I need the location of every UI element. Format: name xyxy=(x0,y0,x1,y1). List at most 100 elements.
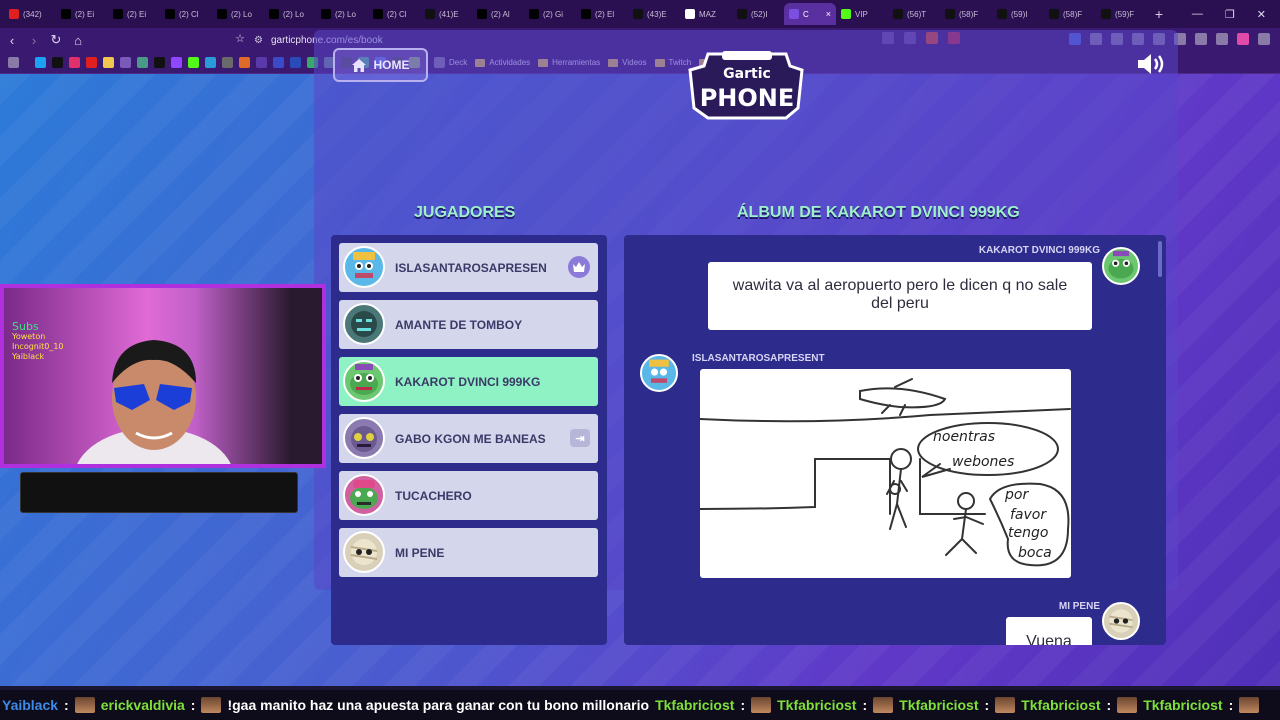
player-row-active[interactable]: KAKAROT DVINCI 999KG xyxy=(339,357,598,406)
bookmark-site-icon[interactable] xyxy=(120,57,131,68)
browser-tab[interactable]: (2) El xyxy=(576,3,628,25)
player-row[interactable]: AMANTE DE TOMBOY xyxy=(339,300,598,349)
browser-tab[interactable]: (342) xyxy=(4,3,56,25)
bookmark-site-icon[interactable] xyxy=(205,57,216,68)
browser-tab[interactable]: VIP xyxy=(836,3,888,25)
extension-icon[interactable] xyxy=(1195,33,1207,45)
vpn-icon[interactable] xyxy=(1216,33,1228,45)
browser-tab[interactable]: (58)F xyxy=(940,3,992,25)
close-tab-icon[interactable]: × xyxy=(826,9,831,19)
tab-label: (43)E xyxy=(647,9,667,19)
home-label: HOME xyxy=(373,58,410,72)
tab-label: (2) Cl xyxy=(387,9,407,19)
frog-avatar-icon xyxy=(1108,250,1134,279)
tiktok-icon xyxy=(1101,9,1111,19)
browser-tab[interactable]: (2) Cl xyxy=(368,3,420,25)
chat-username: Yaiblack xyxy=(2,697,59,713)
entry-avatar xyxy=(1102,247,1140,285)
x-icon[interactable] xyxy=(154,57,165,68)
browser-tab[interactable]: (2) Lo xyxy=(316,3,368,25)
browser-tab[interactable]: MAZ xyxy=(680,3,732,25)
tiktok-icon xyxy=(893,9,903,19)
close-window-icon[interactable]: ✕ xyxy=(1257,8,1266,21)
reload-icon[interactable]: ↻ xyxy=(46,32,66,48)
browser-tab[interactable]: (41)E xyxy=(420,3,472,25)
window-controls: — ❐ ✕ xyxy=(1192,0,1280,28)
kick-player-icon[interactable]: ⇥ xyxy=(570,429,590,447)
chat-separator: : xyxy=(64,697,69,713)
browser-tab[interactable]: (2) Cl xyxy=(160,3,212,25)
youtube-icon[interactable] xyxy=(86,57,97,68)
tab-label: (59)F xyxy=(1115,9,1135,19)
chat-separator: : xyxy=(1228,697,1234,713)
browser-tab[interactable]: (59)F xyxy=(1096,3,1148,25)
entry-author: MI PENE xyxy=(1058,601,1100,612)
bookmark-site-icon[interactable] xyxy=(222,57,233,68)
tiktok-icon[interactable] xyxy=(52,57,63,68)
player-row[interactable]: TUCACHERO xyxy=(339,471,598,520)
home-icon xyxy=(351,58,366,72)
browser-tab[interactable]: (2) Gi xyxy=(524,3,576,25)
bookmark-site-icon[interactable] xyxy=(290,57,301,68)
chat-separator: : xyxy=(984,697,990,713)
back-icon[interactable]: ‹ xyxy=(2,33,22,48)
player-avatar xyxy=(343,303,385,345)
browser-tab[interactable]: (52)I xyxy=(732,3,784,25)
twitch-icon[interactable] xyxy=(171,57,182,68)
home-button[interactable]: HOME xyxy=(333,48,428,82)
browser-tab[interactable]: (59)I xyxy=(992,3,1044,25)
chat-emote-icon xyxy=(995,697,1016,713)
tiktok-icon xyxy=(737,9,747,19)
browser-tab[interactable]: C × xyxy=(784,3,836,25)
instagram-icon[interactable] xyxy=(69,57,80,68)
album-scrollbar[interactable] xyxy=(1158,241,1162,277)
tab-label: (52)I xyxy=(751,9,768,19)
browser-tab[interactable]: (2) Al xyxy=(472,3,524,25)
menu-icon[interactable] xyxy=(1258,33,1270,45)
browser-tab[interactable]: (43)E xyxy=(628,3,680,25)
entry-avatar xyxy=(640,354,678,392)
player-row[interactable]: ISLASANTAROSAPRESEN xyxy=(339,243,598,292)
player-avatar xyxy=(343,246,385,288)
album-panel: KAKAROT DVINCI 999KG wawita va al aeropu… xyxy=(624,235,1166,645)
tab-label: (2) Gi xyxy=(543,9,563,19)
restore-icon[interactable]: ❐ xyxy=(1225,8,1235,21)
x-icon xyxy=(581,9,591,19)
browser-tab[interactable]: (2) Ei xyxy=(108,3,160,25)
tab-label: C xyxy=(803,9,809,19)
drawing-canvas: noentras webones por favor tengo boca xyxy=(700,369,1071,578)
new-tab-button[interactable]: + xyxy=(1148,6,1170,22)
chat-emote-icon xyxy=(201,697,222,713)
bookmark-site-icon[interactable] xyxy=(103,57,114,68)
streamer-image xyxy=(77,340,231,464)
home-browser-icon[interactable]: ⌂ xyxy=(68,33,88,48)
site-settings-icon[interactable]: ⚙ xyxy=(254,35,263,46)
player-row[interactable]: MI PENE xyxy=(339,528,598,577)
player-row[interactable]: GABO KGON ME BANEAS ⇥ xyxy=(339,414,598,463)
bookmark-site-icon[interactable] xyxy=(256,57,267,68)
bookmark-site-icon[interactable] xyxy=(273,57,284,68)
bookmark-site-icon[interactable] xyxy=(137,57,148,68)
minimize-icon[interactable]: — xyxy=(1192,8,1203,20)
browser-tab[interactable]: (2) Lo xyxy=(264,3,316,25)
tiktok-icon xyxy=(425,9,435,19)
player-name: KAKAROT DVINCI 999KG xyxy=(395,374,541,389)
browser-tab[interactable]: (2) Ei xyxy=(56,3,108,25)
svg-text:favor: favor xyxy=(1010,507,1047,523)
sound-icon[interactable] xyxy=(1136,52,1168,76)
tab-list: (342) (2) Ei (2) Ei (2) Cl (2) Lo (2) Lo (2) L… xyxy=(4,3,1148,25)
chat-emote-icon xyxy=(1117,697,1138,713)
apps-grid-icon[interactable] xyxy=(8,57,19,68)
youtube-icon xyxy=(9,9,19,19)
bookmark-icon[interactable]: ☆ xyxy=(230,32,250,45)
kick-icon[interactable] xyxy=(188,57,199,68)
chat-username: Tkfabriciost xyxy=(1021,697,1101,713)
bookmark-site-icon[interactable] xyxy=(239,57,250,68)
browser-tab[interactable]: (58)F xyxy=(1044,3,1096,25)
bookmark-site-icon[interactable] xyxy=(35,57,46,68)
extension-icon[interactable] xyxy=(1237,33,1249,45)
browser-tab[interactable]: (56)T xyxy=(888,3,940,25)
browser-tab[interactable]: (2) Lo xyxy=(212,3,264,25)
tab-label: (41)E xyxy=(439,9,459,19)
forward-icon[interactable]: › xyxy=(24,33,44,48)
